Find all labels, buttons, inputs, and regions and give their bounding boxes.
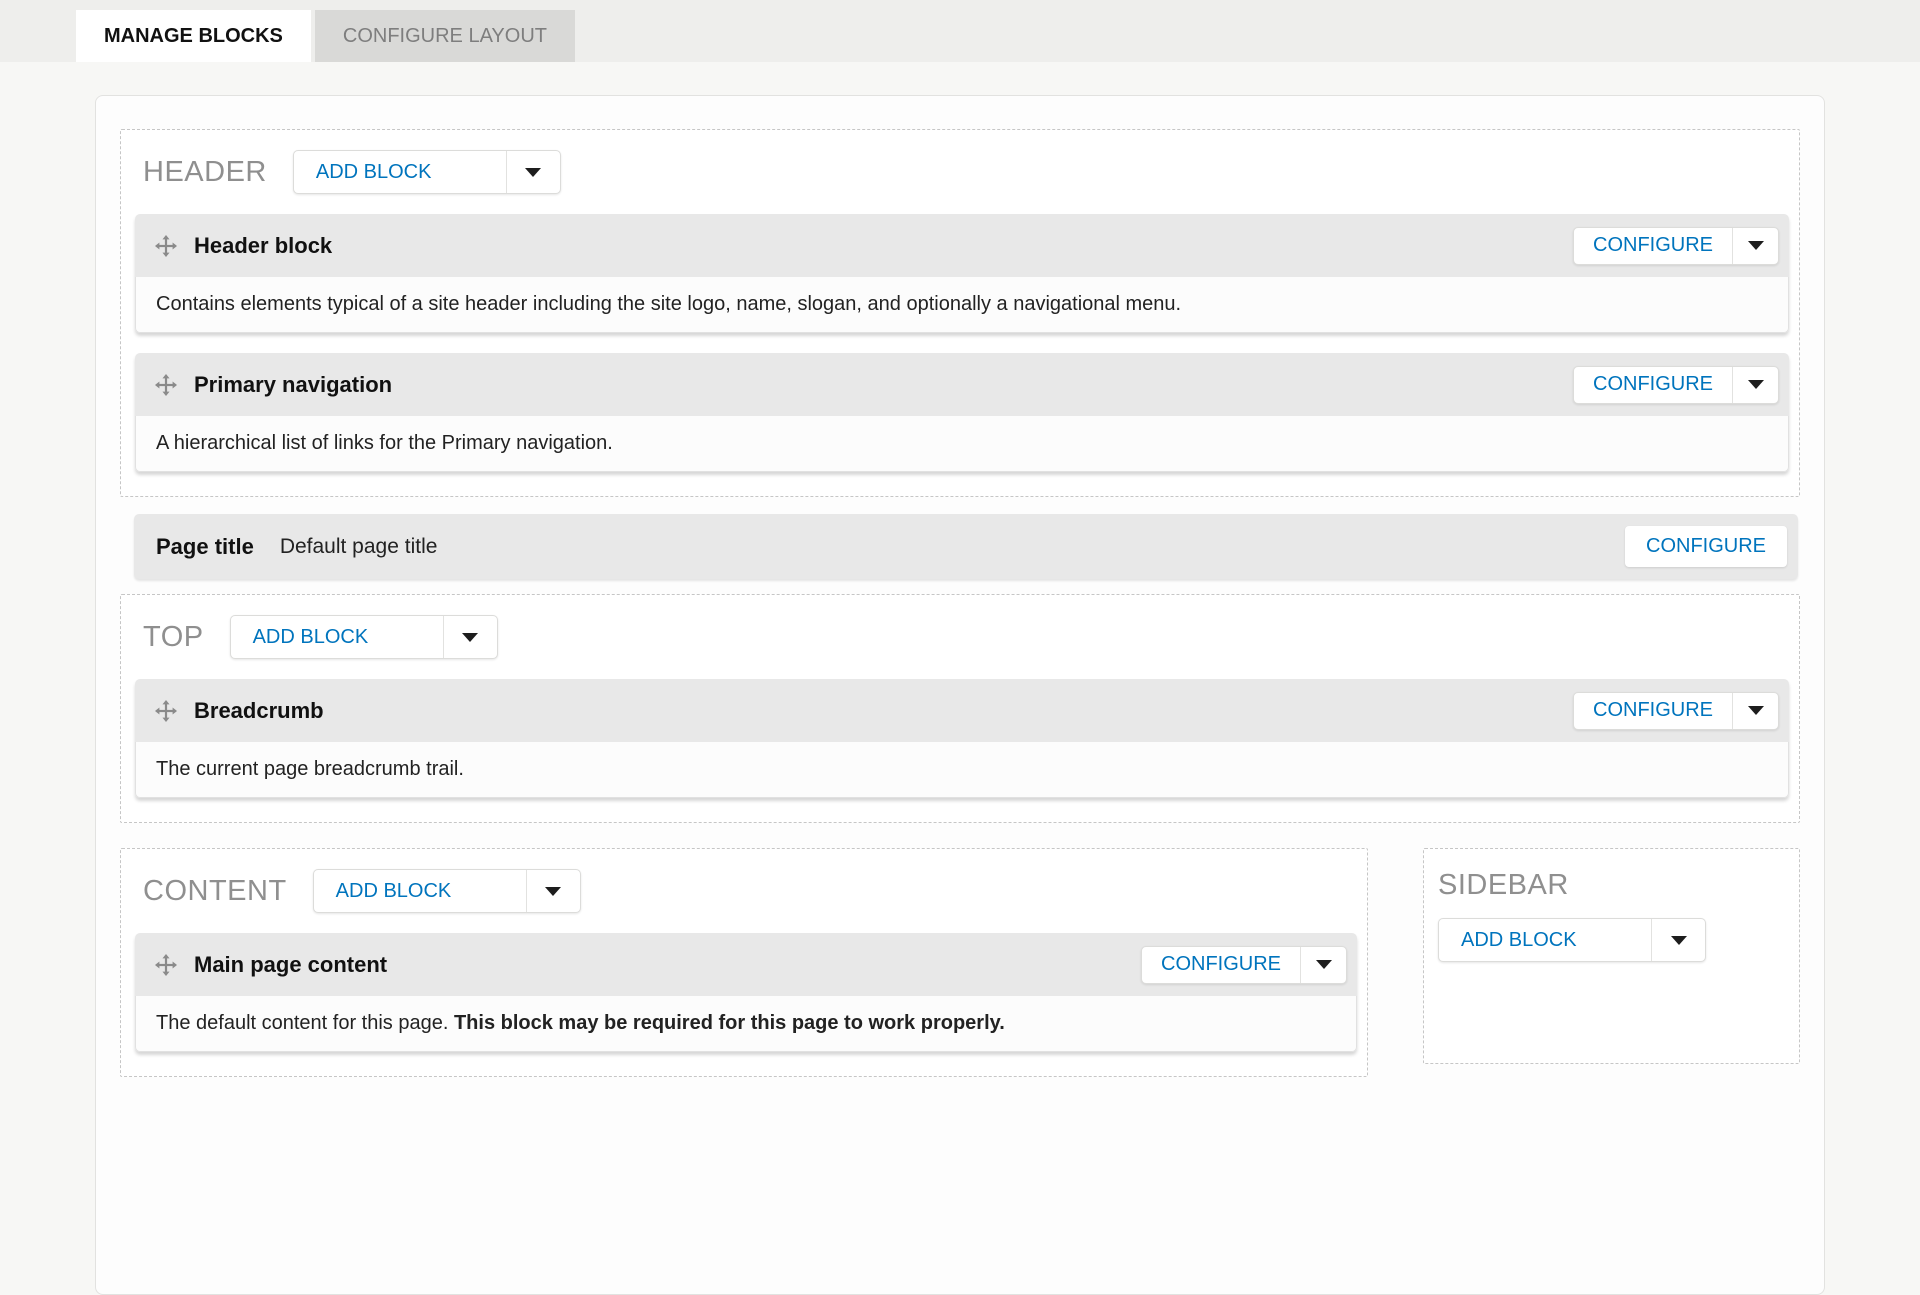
configure-button[interactable]: CONFIGURE xyxy=(1573,692,1779,730)
add-block-button[interactable]: ADD BLOCK xyxy=(230,615,498,659)
configure-button-label[interactable]: CONFIGURE xyxy=(1574,693,1732,729)
block-header-row: Main page content CONFIGURE xyxy=(135,933,1357,996)
region-sidebar: SIDEBAR ADD BLOCK xyxy=(1423,848,1800,1064)
region-header-head: HEADER ADD BLOCK xyxy=(143,150,1799,194)
block-breadcrumb: Breadcrumb CONFIGURE The current page br… xyxy=(135,679,1789,798)
drag-handle-icon[interactable] xyxy=(155,700,177,722)
add-block-button[interactable]: ADD BLOCK xyxy=(293,150,561,194)
bottom-regions-row: CONTENT ADD BLOCK Main page content xyxy=(120,848,1800,1077)
configure-button[interactable]: CONFIGURE xyxy=(1625,526,1787,567)
chevron-down-icon[interactable] xyxy=(1651,919,1705,961)
region-header: HEADER ADD BLOCK Header block CONFIGURE xyxy=(120,129,1800,497)
chevron-down-icon[interactable] xyxy=(1732,367,1778,403)
add-block-button[interactable]: ADD BLOCK xyxy=(313,869,581,913)
region-title: CONTENT xyxy=(143,875,287,908)
drag-handle-icon[interactable] xyxy=(155,954,177,976)
configure-button-label[interactable]: CONFIGURE xyxy=(1142,947,1300,983)
page-title-value: Default page title xyxy=(280,535,1625,559)
block-title: Primary navigation xyxy=(194,372,1573,398)
chevron-down-icon[interactable] xyxy=(1732,228,1778,264)
block-title: Breadcrumb xyxy=(194,698,1573,724)
configure-button-label[interactable]: CONFIGURE xyxy=(1574,367,1732,403)
configure-button[interactable]: CONFIGURE xyxy=(1573,366,1779,404)
chevron-down-icon[interactable] xyxy=(526,870,580,912)
block-description: The current page breadcrumb trail. xyxy=(135,742,1789,798)
region-title: HEADER xyxy=(143,156,267,189)
block-description: The default content for this page. This … xyxy=(135,996,1357,1052)
chevron-down-icon[interactable] xyxy=(506,151,560,193)
chevron-down-icon[interactable] xyxy=(1732,693,1778,729)
region-top: TOP ADD BLOCK Breadcrumb CONFIGURE xyxy=(120,594,1800,823)
drag-handle-icon[interactable] xyxy=(155,235,177,257)
configure-button-label[interactable]: CONFIGURE xyxy=(1574,228,1732,264)
block-header-row: Breadcrumb CONFIGURE xyxy=(135,679,1789,742)
region-title: SIDEBAR xyxy=(1438,869,1569,902)
tab-bar: MANAGE BLOCKS CONFIGURE LAYOUT xyxy=(0,0,1920,62)
add-block-button-label[interactable]: ADD BLOCK xyxy=(314,870,526,912)
add-block-button-label[interactable]: ADD BLOCK xyxy=(1439,919,1651,961)
add-block-button-label[interactable]: ADD BLOCK xyxy=(231,616,443,658)
tab-manage-blocks[interactable]: MANAGE BLOCKS xyxy=(76,10,311,62)
block-description-warning: This block may be required for this page… xyxy=(454,1012,1005,1034)
block-title: Header block xyxy=(194,233,1573,259)
configure-button[interactable]: CONFIGURE xyxy=(1573,227,1779,265)
block-header-row: Header block CONFIGURE xyxy=(135,214,1789,277)
add-block-button[interactable]: ADD BLOCK xyxy=(1438,918,1706,962)
block-description: Contains elements typical of a site head… xyxy=(135,277,1789,333)
block-main-page-content: Main page content CONFIGURE The default … xyxy=(135,933,1357,1052)
block-description: A hierarchical list of links for the Pri… xyxy=(135,416,1789,472)
region-content-head: CONTENT ADD BLOCK xyxy=(143,869,1367,913)
region-title: TOP xyxy=(143,621,204,654)
region-content: CONTENT ADD BLOCK Main page content xyxy=(120,848,1368,1077)
block-header-row: Primary navigation CONFIGURE xyxy=(135,353,1789,416)
tab-configure-layout[interactable]: CONFIGURE LAYOUT xyxy=(315,10,575,62)
block-primary-navigation: Primary navigation CONFIGURE A hierarchi… xyxy=(135,353,1789,472)
page-title-label: Page title xyxy=(156,534,254,560)
drag-handle-icon[interactable] xyxy=(155,374,177,396)
chevron-down-icon[interactable] xyxy=(443,616,497,658)
manage-blocks-panel: HEADER ADD BLOCK Header block CONFIGURE xyxy=(95,95,1825,1295)
block-title: Main page content xyxy=(194,952,1141,978)
configure-button[interactable]: CONFIGURE xyxy=(1141,946,1347,984)
region-sidebar-head: SIDEBAR ADD BLOCK xyxy=(1438,869,1799,962)
block-description-normal: The default content for this page. xyxy=(156,1012,454,1034)
chevron-down-icon[interactable] xyxy=(1300,947,1346,983)
add-block-button-label[interactable]: ADD BLOCK xyxy=(294,151,506,193)
region-top-head: TOP ADD BLOCK xyxy=(143,615,1799,659)
page-title-row: Page title Default page title CONFIGURE xyxy=(134,514,1798,579)
block-header-block: Header block CONFIGURE Contains elements… xyxy=(135,214,1789,333)
